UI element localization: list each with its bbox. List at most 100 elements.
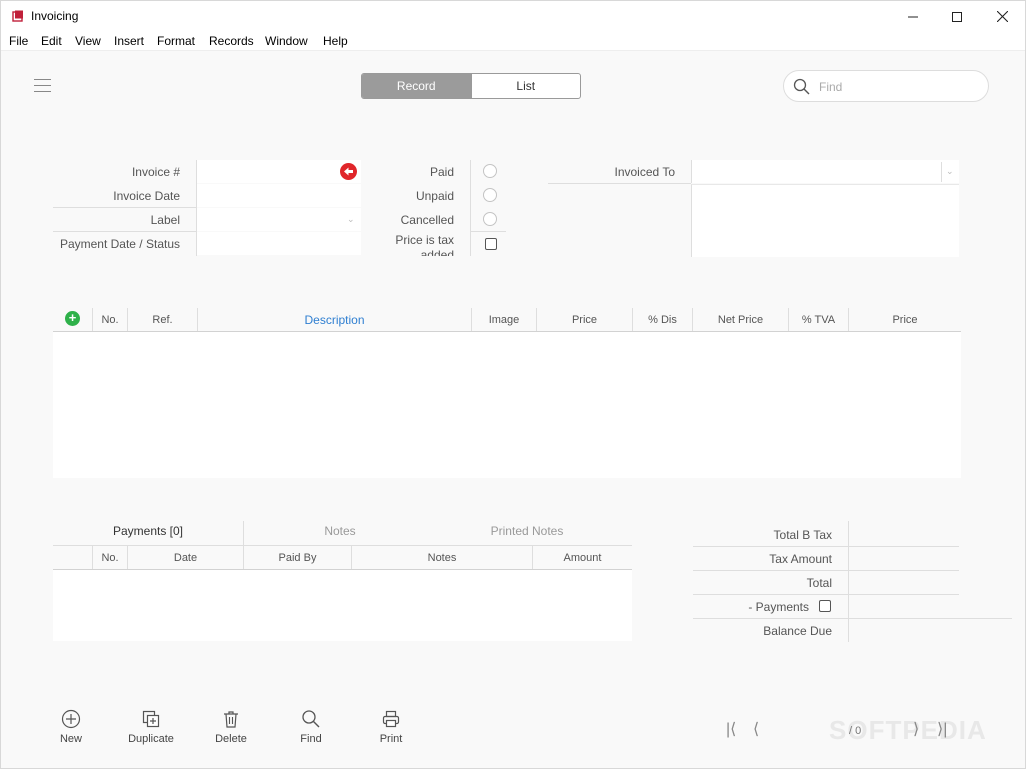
invoice-number-field[interactable] — [196, 160, 361, 183]
list-view-tab[interactable]: List — [470, 74, 581, 98]
new-button[interactable]: New — [31, 709, 111, 745]
duplicate-icon — [142, 710, 160, 728]
invoice-alert-icon[interactable] — [340, 163, 357, 180]
paid-label: Paid — [429, 165, 454, 179]
unpaid-radio[interactable] — [483, 188, 497, 202]
cancelled-label: Cancelled — [400, 213, 454, 227]
delete-label: Delete — [215, 733, 247, 745]
total-label: Total — [806, 576, 832, 590]
payments-list[interactable] — [53, 570, 632, 641]
divider — [693, 618, 1012, 619]
col-price[interactable]: Price — [537, 314, 632, 326]
payments-checkbox[interactable] — [819, 600, 831, 612]
maximize-icon — [952, 11, 962, 22]
label-dropdown-icon[interactable]: ⌄ — [347, 214, 355, 225]
invoiced-to-label: Invoiced To — [614, 165, 676, 179]
invoiced-to-address-field[interactable] — [691, 184, 959, 257]
close-icon — [996, 11, 1008, 22]
divider — [53, 207, 196, 208]
printer-icon — [382, 710, 400, 728]
next-record-icon[interactable]: ⟩ — [913, 719, 919, 739]
divider — [470, 160, 471, 256]
sidebar-menu-icon[interactable] — [34, 79, 51, 92]
pay-col-amount[interactable]: Amount — [533, 552, 632, 564]
menu-format[interactable]: Format — [157, 34, 195, 48]
label-select[interactable] — [196, 208, 361, 231]
title-bar: Invoicing — [1, 1, 1025, 32]
pay-col-date[interactable]: Date — [128, 552, 243, 564]
previous-record-icon[interactable]: ⟨ — [753, 719, 759, 739]
new-label: New — [59, 733, 82, 745]
invoice-date-field[interactable] — [196, 184, 361, 207]
label-label: Label — [150, 213, 180, 227]
print-button[interactable]: Print — [351, 709, 431, 745]
divider — [548, 183, 691, 184]
add-item-button[interactable]: + — [65, 311, 80, 326]
search-input[interactable]: Find — [783, 70, 989, 102]
payment-date-field[interactable] — [196, 232, 361, 255]
invoice-date-label: Invoice Date — [113, 189, 180, 203]
tab-payments[interactable]: Payments [0] — [53, 524, 243, 538]
record-counter: / 0 — [849, 725, 862, 737]
pay-col-notes[interactable]: Notes — [352, 552, 532, 564]
col-total-price[interactable]: Price — [849, 314, 961, 326]
tax-amount-label: Tax Amount — [769, 552, 832, 566]
invoiced-to-select[interactable] — [691, 160, 959, 183]
menu-window[interactable]: Window — [265, 34, 308, 48]
duplicate-label: Duplicate — [128, 733, 174, 745]
col-image[interactable]: Image — [472, 314, 536, 326]
find-label: Find — [300, 733, 322, 745]
first-record-icon[interactable]: |⟨ — [726, 719, 736, 739]
col-no[interactable]: No. — [93, 314, 127, 326]
col-net-price[interactable]: Net Price — [693, 314, 788, 326]
maximize-button[interactable] — [934, 1, 980, 32]
delete-button[interactable]: Delete — [191, 709, 271, 745]
minimize-icon — [908, 16, 918, 17]
duplicate-button[interactable]: Duplicate — [111, 709, 191, 745]
price-tax-checkbox[interactable] — [485, 238, 497, 250]
close-button[interactable] — [979, 1, 1025, 32]
menu-records[interactable]: Records — [209, 34, 254, 48]
divider — [848, 521, 849, 642]
magnifier-icon — [302, 710, 320, 728]
total-b-tax-label: Total B Tax — [773, 528, 832, 542]
find-button[interactable]: Find — [271, 709, 351, 745]
menu-file[interactable]: File — [9, 34, 28, 48]
price-tax-label: Price is tax added — [395, 233, 454, 256]
menu-help[interactable]: Help — [323, 34, 348, 48]
tab-printed-notes[interactable]: Printed Notes — [437, 524, 617, 538]
col-description[interactable]: Description — [198, 313, 471, 327]
items-list[interactable] — [53, 332, 961, 478]
invoice-number-label: Invoice # — [131, 165, 180, 179]
payment-status-label: Payment Date / Status — [59, 237, 180, 251]
divider — [693, 546, 959, 547]
divider — [53, 231, 196, 232]
pay-col-paid-by[interactable]: Paid By — [244, 552, 351, 564]
record-view-tab[interactable]: Record — [362, 74, 471, 98]
invoiced-to-dropdown-icon[interactable]: ⌄ — [946, 166, 954, 177]
last-record-icon[interactable]: ⟩| — [937, 719, 947, 739]
divider — [53, 545, 632, 546]
divider — [941, 162, 942, 182]
search-placeholder: Find — [819, 80, 843, 94]
col-ref[interactable]: Ref. — [128, 314, 197, 326]
menu-edit[interactable]: Edit — [41, 34, 62, 48]
view-toggle: Record List — [361, 73, 581, 99]
window-title: Invoicing — [31, 9, 79, 23]
pay-col-no[interactable]: No. — [93, 552, 127, 564]
col-tva[interactable]: % TVA — [789, 314, 848, 326]
paid-radio[interactable] — [483, 164, 497, 178]
menu-view[interactable]: View — [75, 34, 101, 48]
menu-insert[interactable]: Insert — [114, 34, 144, 48]
minimize-button[interactable] — [890, 1, 936, 32]
col-discount[interactable]: % Dis — [633, 314, 692, 326]
cancelled-radio[interactable] — [483, 212, 497, 226]
unpaid-label: Unpaid — [415, 189, 454, 203]
app-logo-icon — [12, 10, 23, 22]
tab-notes[interactable]: Notes — [244, 524, 436, 538]
divider — [693, 594, 959, 595]
search-icon — [793, 78, 810, 95]
payments-total-label: - Payments — [748, 600, 809, 614]
divider — [196, 160, 197, 256]
balance-due-label: Balance Due — [763, 624, 832, 638]
